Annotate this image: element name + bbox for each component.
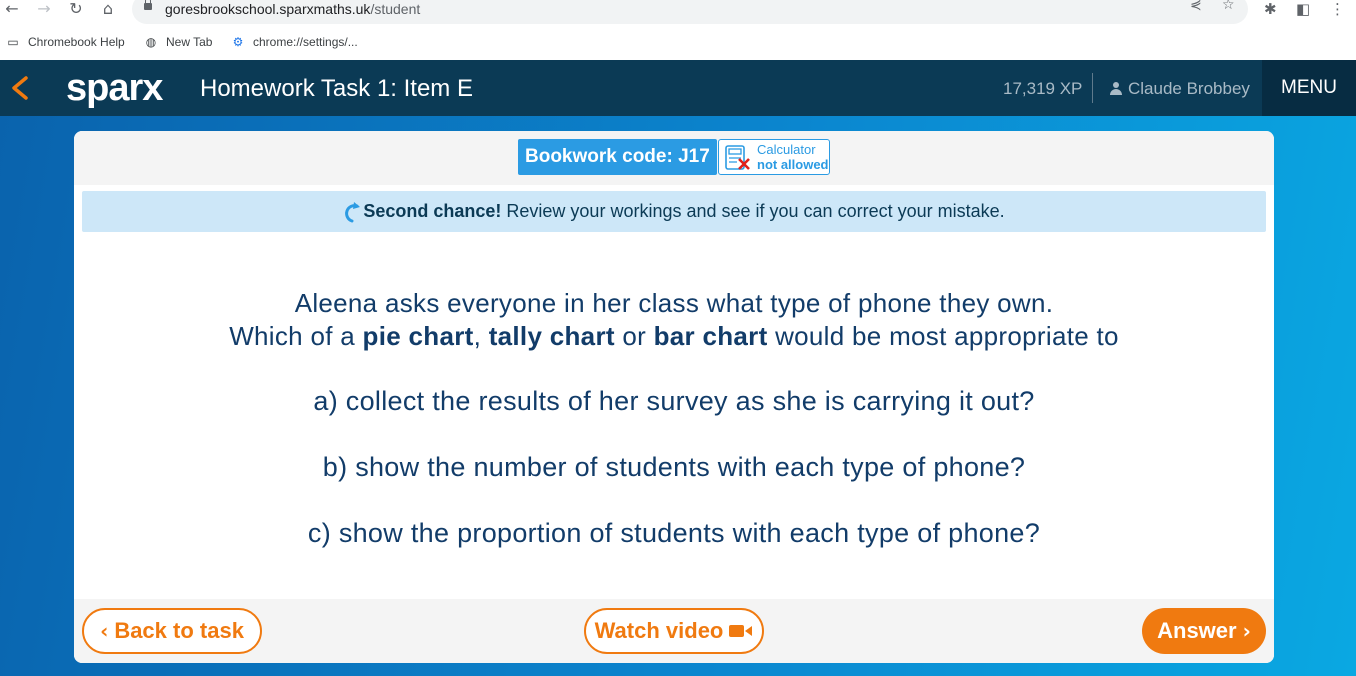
side-panel-icon[interactable]: ◧	[1296, 0, 1310, 18]
bookmark-chromebook-help[interactable]: ▭ Chromebook Help	[6, 35, 124, 49]
header-divider	[1092, 73, 1093, 103]
question-part-c: c) show the proportion of students with …	[307, 518, 1041, 548]
calculator-not-allowed-icon	[725, 145, 750, 170]
card-footer: ‹ Back to task Watch video Answer ›	[74, 599, 1274, 663]
question-text: Aleena asks everyone in her class what t…	[74, 287, 1274, 353]
page-title: Homework Task 1: Item E	[200, 75, 473, 102]
chevron-right-icon: ›	[1242, 619, 1251, 643]
folder-icon: ▭	[7, 35, 19, 49]
chevron-left-icon: ‹	[100, 619, 109, 643]
answer-button[interactable]: Answer ›	[1142, 608, 1266, 654]
address-bar[interactable]: goresbrookschool.sparxmaths.uk/student ⋞…	[132, 0, 1248, 24]
settings-icon: ⚙	[232, 35, 244, 49]
user-icon	[1110, 82, 1122, 96]
video-camera-icon	[729, 625, 753, 637]
second-chance-banner: Second chance! Review your workings and …	[82, 191, 1266, 232]
question-part-a: a) collect the results of her survey as …	[313, 386, 1035, 416]
forward-arrow-icon[interactable]: →	[34, 0, 54, 20]
calculator-label: Calculator	[757, 142, 816, 157]
bookmarks-bar: ▭ Chromebook Help ◍ New Tab ⚙ chrome://s…	[0, 28, 1356, 60]
question-line-2: Which of a pie chart, tally chart or bar…	[229, 321, 1119, 351]
xp-counter: 17,319 XP	[1003, 79, 1083, 98]
calculator-status-text: not allowed	[757, 157, 829, 172]
sparx-logo[interactable]: sparx	[66, 67, 163, 110]
more-menu-icon[interactable]: ⋮	[1330, 0, 1345, 18]
share-icon[interactable]: ⋞	[1190, 0, 1202, 13]
lock-icon	[144, 0, 152, 10]
home-icon[interactable]: ⌂	[98, 0, 118, 20]
question-card: Bookwork code: J17 Calculator not allowe…	[74, 131, 1274, 663]
user-name[interactable]: Claude Brobbey	[1110, 79, 1250, 99]
watch-video-button[interactable]: Watch video	[584, 608, 764, 654]
menu-button[interactable]: MENU	[1262, 60, 1356, 116]
retry-icon	[345, 201, 361, 222]
term-pie-chart: pie chart	[362, 321, 474, 351]
url-text[interactable]: goresbrookschool.sparxmaths.uk/student	[165, 1, 420, 17]
browser-toolbar: ← → ↻ ⌂ goresbrookschool.sparxmaths.uk/s…	[0, 0, 1356, 28]
reload-icon[interactable]: ↻	[66, 0, 86, 20]
back-arrow-icon[interactable]: ←	[2, 0, 22, 20]
globe-icon: ◍	[145, 35, 157, 49]
card-header: Bookwork code: J17 Calculator not allowe…	[74, 131, 1274, 185]
second-chance-title: Second chance!	[363, 201, 502, 221]
second-chance-message: Review your workings and see if you can …	[506, 201, 1005, 221]
bookwork-code-badge: Bookwork code: J17	[518, 139, 717, 175]
bookmark-new-tab[interactable]: ◍ New Tab	[144, 35, 213, 49]
back-chevron-icon[interactable]	[8, 74, 34, 102]
extensions-icon[interactable]: ✱	[1264, 0, 1277, 18]
calculator-status: Calculator not allowed	[718, 139, 830, 175]
term-bar-chart: bar chart	[653, 321, 768, 351]
bookmark-settings[interactable]: ⚙ chrome://settings/...	[231, 35, 358, 49]
star-icon[interactable]: ☆	[1222, 0, 1235, 13]
app-header: sparx Homework Task 1: Item E 17,319 XP …	[0, 60, 1356, 116]
back-to-task-button[interactable]: ‹ Back to task	[82, 608, 262, 654]
question-line-1: Aleena asks everyone in her class what t…	[294, 288, 1054, 318]
term-tally-chart: tally chart	[488, 321, 615, 351]
question-part-b: b) show the number of students with each…	[322, 452, 1026, 482]
